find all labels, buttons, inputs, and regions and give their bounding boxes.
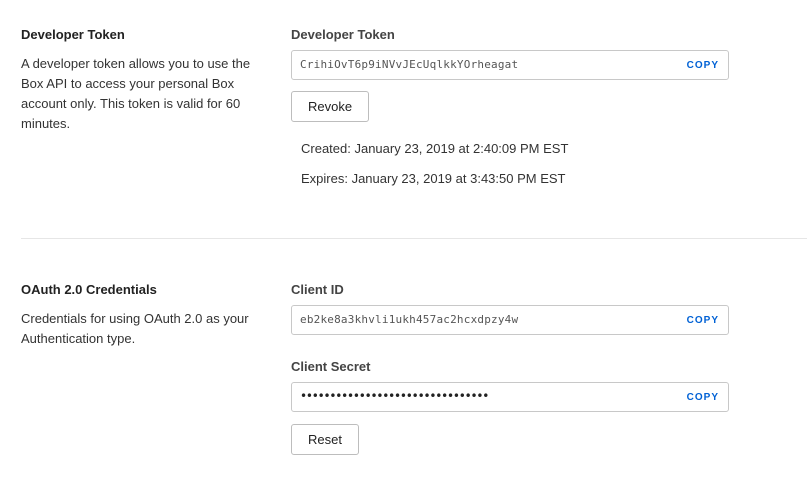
client-secret-copy-button[interactable]: COPY: [687, 392, 719, 403]
oauth-description: Credentials for using OAuth 2.0 as your …: [21, 311, 249, 346]
client-secret-label: Client Secret: [291, 359, 371, 374]
revoke-button[interactable]: Revoke: [291, 91, 369, 122]
token-expires-text: Expires: January 23, 2019 at 3:43:50 PM …: [301, 171, 566, 186]
oauth-section-title: OAuth 2.0 Credentials: [21, 282, 157, 297]
reset-button[interactable]: Reset: [291, 424, 359, 455]
client-id-copy-button[interactable]: COPY: [687, 315, 719, 326]
developer-token-copy-button[interactable]: COPY: [687, 60, 719, 71]
token-created-text: Created: January 23, 2019 at 2:40:09 PM …: [301, 141, 569, 156]
developer-token-field[interactable]: CrihiOvT6p9iNVvJEcUqlkkYOrheagat COPY: [291, 50, 729, 80]
developer-token-section-title: Developer Token: [21, 27, 125, 42]
developer-token-description: A developer token allows you to use the …: [21, 56, 251, 131]
client-secret-value[interactable]: ••••••••••••••••••••••••••••••••: [300, 389, 489, 403]
client-id-value[interactable]: eb2ke8a3khvli1ukh457ac2hcxdpzy4w: [300, 313, 518, 326]
client-secret-field[interactable]: •••••••••••••••••••••••••••••••• COPY: [291, 382, 729, 412]
developer-token-value[interactable]: CrihiOvT6p9iNVvJEcUqlkkYOrheagat: [300, 58, 518, 71]
client-id-field[interactable]: eb2ke8a3khvli1ukh457ac2hcxdpzy4w COPY: [291, 305, 729, 335]
developer-token-field-label: Developer Token: [291, 27, 395, 42]
client-id-label: Client ID: [291, 282, 344, 297]
section-divider: [21, 238, 807, 239]
